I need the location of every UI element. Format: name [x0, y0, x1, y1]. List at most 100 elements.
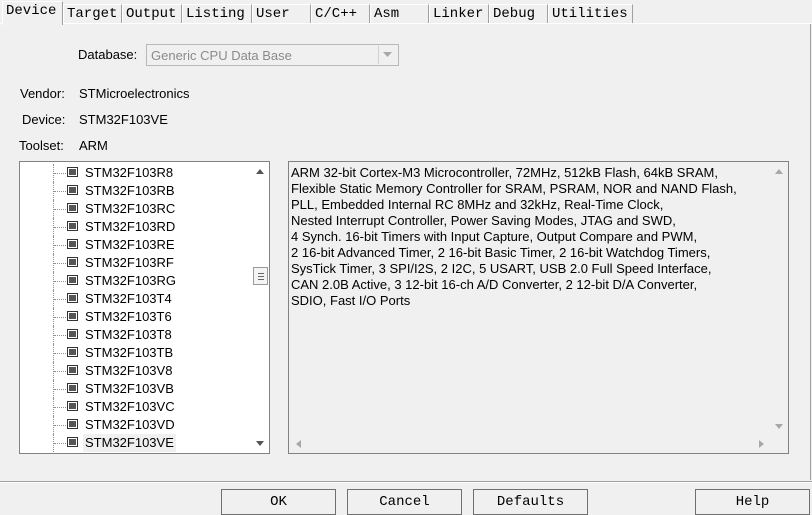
scroll-up-arrow-icon[interactable] — [775, 169, 783, 174]
tree-connector-line — [54, 443, 66, 444]
chip-icon — [67, 167, 78, 177]
chip-icon — [67, 257, 78, 267]
tab-utilities[interactable]: Utilities — [548, 4, 633, 24]
tree-connector-line — [54, 263, 66, 264]
chevron-down-icon — [383, 52, 392, 57]
device-tree-item[interactable]: STM32F103VB — [20, 380, 250, 398]
tab-listing[interactable]: Listing — [182, 4, 252, 24]
ok-button[interactable]: OK — [221, 489, 336, 515]
chip-icon — [67, 185, 78, 195]
cancel-button[interactable]: Cancel — [347, 489, 462, 515]
database-value: Generic CPU Data Base — [151, 48, 292, 63]
device-label: Device: — [22, 112, 66, 127]
scroll-left-arrow-icon[interactable] — [296, 440, 301, 448]
tab-c-cpp[interactable]: C/C++ — [311, 4, 370, 24]
tree-connector-line — [54, 353, 66, 354]
tab-output[interactable]: Output — [122, 4, 182, 24]
device-value: STM32F103VE — [79, 112, 168, 127]
device-tree-item[interactable]: STM32F103RE — [20, 236, 250, 254]
tree-connector-line — [54, 335, 66, 336]
tree-connector-line — [54, 173, 66, 174]
tab-baseline — [0, 23, 812, 24]
vendor-label: Vendor: — [20, 86, 65, 101]
tree-connector-line — [54, 317, 66, 318]
device-tree-item[interactable]: STM32F103T4 — [20, 290, 250, 308]
chip-icon — [67, 347, 78, 357]
device-tree-item[interactable]: STM32F103RG — [20, 272, 250, 290]
grip-line — [258, 279, 264, 280]
chip-icon — [67, 221, 78, 231]
description-line: 2 16-bit Advanced Timer, 2 16-bit Basic … — [291, 245, 711, 260]
device-tree-item-label: STM32F103R8 — [85, 165, 174, 180]
description-line: SDIO, Fast I/O Ports — [291, 293, 411, 308]
device-description[interactable]: ARM 32-bit Cortex-M3 Microcontroller, 72… — [288, 161, 789, 454]
tree-connector-line — [54, 407, 66, 408]
chip-icon — [67, 401, 78, 411]
tab-linker[interactable]: Linker — [429, 4, 489, 24]
panel-border-right — [810, 24, 811, 480]
description-horizontal-scrollbar[interactable] — [289, 436, 771, 453]
grip-line — [258, 276, 264, 277]
device-tree[interactable]: STM32F103R8 STM32F103RB STM32F103RC STM32F1… — [19, 161, 270, 454]
device-tree-item[interactable]: STM32F103VD — [20, 416, 250, 434]
description-vertical-scrollbar[interactable] — [771, 162, 788, 436]
toolset-label: Toolset: — [19, 138, 64, 153]
device-tree-item-label: STM32F103V8 — [85, 363, 173, 378]
chip-icon — [67, 383, 78, 393]
device-tree-item[interactable]: STM32F103T6 — [20, 308, 250, 326]
tree-connector-line — [54, 299, 66, 300]
device-tree-item-label: STM32F103RF — [85, 255, 174, 270]
scroll-down-arrow-icon[interactable] — [775, 424, 783, 429]
device-tree-item-label: STM32F103RG — [85, 273, 177, 288]
chip-icon — [67, 419, 78, 429]
device-tree-item-label: STM32F103RB — [85, 183, 175, 198]
chip-icon — [67, 239, 78, 249]
device-tree-item[interactable]: STM32F103VC — [20, 398, 250, 416]
device-tree-item[interactable]: STM32F103VE — [20, 434, 250, 452]
tab-device[interactable]: Device — [2, 1, 63, 25]
device-tree-item[interactable]: STM32F103RB — [20, 182, 250, 200]
description-line: PLL, Embedded Internal RC 8MHz and 32kHz… — [291, 197, 664, 212]
device-tree-item-label: STM32F103T6 — [85, 309, 172, 324]
tree-connector-line — [54, 425, 66, 426]
scroll-right-arrow-icon[interactable] — [759, 440, 764, 448]
tab-bar: Device Target Output Listing User C/C++ … — [0, 0, 812, 25]
chip-icon — [67, 203, 78, 213]
tree-connector-line — [54, 281, 66, 282]
device-tree-item[interactable]: STM32F103R8 — [20, 164, 250, 182]
device-tree-item[interactable]: STM32F103RD — [20, 218, 250, 236]
toolset-value: ARM — [79, 138, 108, 153]
help-button[interactable]: Help — [695, 489, 810, 515]
description-line: SysTick Timer, 3 SPI/I2S, 2 I2C, 5 USART… — [291, 261, 712, 276]
device-tree-item-label: STM32F103VB — [85, 381, 174, 396]
device-tree-item[interactable]: STM32F103TB — [20, 344, 250, 362]
scroll-up-arrow-icon[interactable] — [256, 169, 264, 174]
tab-debug[interactable]: Debug — [489, 4, 548, 24]
defaults-button[interactable]: Defaults — [473, 489, 588, 515]
device-tree-scrollbar[interactable] — [252, 162, 269, 453]
chip-icon — [67, 275, 78, 285]
description-line: Flexible Static Memory Controller for SR… — [291, 181, 737, 196]
tab-target[interactable]: Target — [63, 4, 122, 24]
panel-border-bottom-highlight — [0, 482, 812, 483]
database-select[interactable]: Generic CPU Data Base — [146, 44, 399, 66]
device-tree-item-label: STM32F103TB — [85, 345, 174, 360]
grip-line — [258, 273, 264, 274]
tab-asm[interactable]: Asm — [370, 4, 429, 24]
database-label: Database: — [78, 47, 138, 62]
device-tree-item[interactable]: STM32F103T8 — [20, 326, 250, 344]
device-tree-item[interactable]: STM32F103RF — [20, 254, 250, 272]
device-tree-item-label: STM32F103T4 — [85, 291, 172, 306]
device-tree-item[interactable]: STM32F103V8 — [20, 362, 250, 380]
tab-user[interactable]: User — [252, 4, 311, 24]
chip-icon — [67, 329, 78, 339]
device-tree-item[interactable]: STM32F103RC — [20, 200, 250, 218]
tree-connector-line — [54, 209, 66, 210]
device-tree-item-label: STM32F103T8 — [85, 327, 172, 342]
description-line: 4 Synch. 16-bit Timers with Input Captur… — [291, 229, 698, 244]
scroll-down-arrow-icon[interactable] — [256, 441, 264, 446]
scroll-thumb[interactable] — [253, 267, 268, 285]
device-tree-item-label: STM32F103VC — [85, 399, 175, 414]
chip-icon — [67, 311, 78, 321]
database-dropdown-button[interactable] — [378, 46, 397, 64]
